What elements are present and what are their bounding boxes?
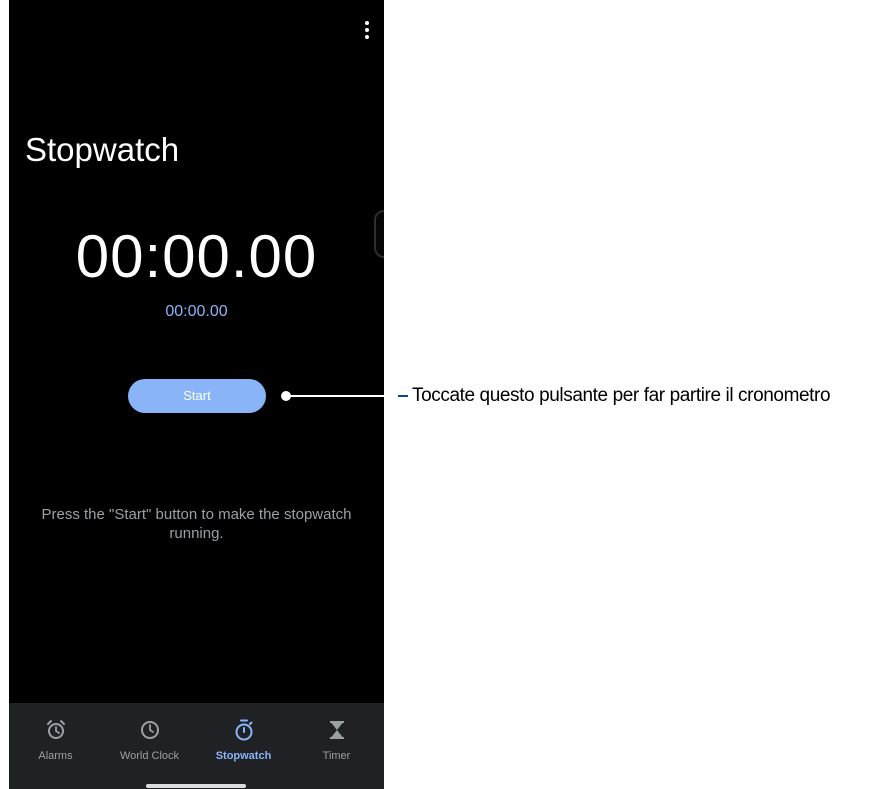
home-indicator[interactable] (146, 784, 246, 788)
nav-item-world-clock[interactable]: World Clock (103, 703, 196, 781)
alarm-icon (46, 720, 65, 739)
nav-label-alarms: Alarms (38, 750, 73, 762)
callout-line (288, 395, 384, 397)
bottom-nav: Alarms World Clock Stopwatch Timer (9, 703, 384, 789)
page: Stopwatch 00:00.00 00:00.00 Start Press … (0, 0, 878, 789)
nav-label-stopwatch: Stopwatch (215, 750, 272, 762)
menu-dot (365, 28, 369, 32)
nav-label-world-clock: World Clock (119, 750, 180, 762)
lap-time: 00:00.00 (165, 303, 228, 320)
more-vert-icon[interactable] (364, 21, 370, 39)
nav-item-alarms[interactable]: Alarms (9, 703, 102, 781)
hint-text: Press the "Start" button to make the sto… (41, 506, 352, 542)
menu-dot (365, 21, 369, 25)
nav-item-timer[interactable]: Timer (290, 703, 383, 781)
hourglass-icon (329, 721, 344, 739)
nav-item-stopwatch[interactable]: Stopwatch (197, 703, 290, 781)
clock-icon (140, 721, 159, 739)
page-title: Stopwatch (25, 131, 180, 168)
callout-line-gap (384, 395, 398, 397)
nav-label-timer: Timer (322, 750, 351, 762)
stopwatch-icon (235, 719, 252, 741)
callout-dot (281, 391, 291, 401)
start-button[interactable]: Start (128, 379, 266, 413)
menu-dot (365, 35, 369, 39)
stopwatch-time: 00:00.00 (75, 223, 318, 290)
callout-text: Toccate questo pulsante per far partire … (412, 385, 831, 406)
